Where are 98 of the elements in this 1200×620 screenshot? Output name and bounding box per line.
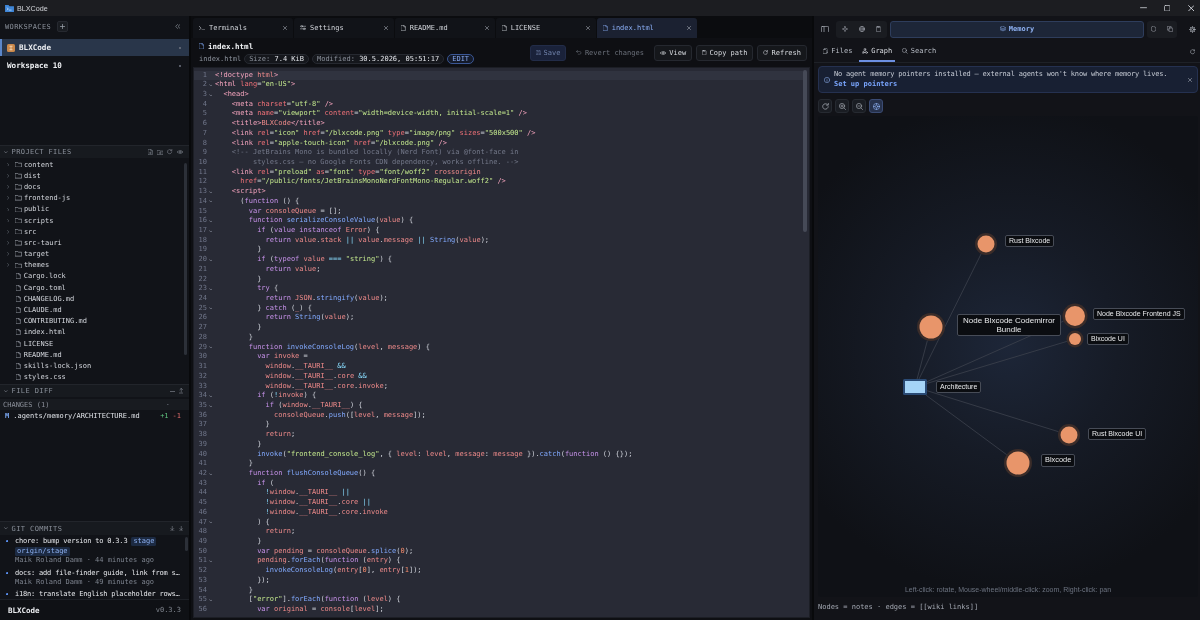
zoom-out-button[interactable] [852,99,866,113]
file-icon [401,25,406,31]
app-logo-icon [5,4,14,12]
copy-icon[interactable] [1167,26,1173,32]
download-icon[interactable] [170,525,175,532]
file-icon [16,307,21,314]
zoom-out-icon [855,102,863,110]
note-node [975,233,997,255]
refresh-icon [821,102,829,110]
reset-button[interactable] [818,99,832,113]
stack-icon [999,26,1006,32]
fold-chevron-icon[interactable] [208,598,213,602]
chevron-right-icon [7,263,10,268]
fold-chevron-icon[interactable] [208,190,213,194]
chevron-right-icon [7,241,10,245]
fold-chevron-icon[interactable] [208,394,213,398]
chevron-down-icon [4,527,8,530]
target-icon [872,102,880,110]
scrollbar-thumb[interactable] [184,163,187,355]
graph-icon [862,48,869,54]
file-icon [16,374,21,381]
fold-chevron-icon[interactable] [208,521,213,524]
file-icon [16,295,21,302]
settings-icon[interactable] [1189,25,1196,33]
file-icon [603,25,608,31]
refresh-icon[interactable] [1189,49,1195,55]
file-icon [16,340,21,347]
files-icon [823,48,829,54]
fold-chevron-icon[interactable] [208,346,213,349]
chevron-right-icon [7,218,10,223]
fold-chevron-icon[interactable] [208,560,213,563]
current-note-node [903,379,927,395]
chevron-down-icon [4,389,8,393]
sparkle-icon[interactable] [842,26,848,32]
fold-chevron-icon[interactable] [208,472,213,476]
search-icon [902,48,908,54]
file-icon [16,362,21,369]
refresh-icon [763,50,769,55]
fold-chevron-icon[interactable] [208,219,213,223]
file-icon [16,329,21,336]
download-icon[interactable] [178,525,183,532]
chevron-right-icon [7,252,10,256]
commit-dot-icon [6,571,9,574]
fold-chevron-icon[interactable] [208,83,213,87]
chevron-right-icon [7,207,10,212]
file-icon [199,42,204,50]
terminal-icon [199,25,205,31]
zoom-in-icon [838,102,846,110]
hexagon-icon[interactable] [1150,26,1156,32]
sliders-icon [300,25,306,31]
fold-chevron-icon[interactable] [208,307,213,310]
panel-layout-icon[interactable] [821,25,829,33]
add-workspace-button[interactable] [57,21,69,32]
focus-button[interactable] [869,99,883,113]
clipboard-icon[interactable] [876,26,882,32]
save-icon [535,50,541,55]
chevron-right-icon [7,185,10,189]
plus-icon [60,24,66,29]
minus-icon[interactable] [169,390,175,392]
file-icon [502,25,507,31]
fold-chevron-icon[interactable] [208,229,213,233]
file-icon [16,284,21,291]
fold-chevron-icon[interactable] [208,258,213,262]
upload-icon[interactable] [178,388,183,394]
info-icon [824,76,830,83]
maximize-icon[interactable] [1163,4,1171,12]
zoom-in-button[interactable] [835,99,849,113]
fold-chevron-icon[interactable] [208,93,213,97]
chevron-right-icon [7,162,10,167]
refresh-icon[interactable] [167,149,173,155]
file-icon [16,318,21,325]
fold-chevron-icon[interactable] [208,404,213,408]
clipboard-icon [702,49,707,56]
chevron-right-icon [7,174,10,178]
eye-icon[interactable] [176,150,183,154]
commit-dot-icon [6,540,9,543]
chevron-right-icon [7,196,10,200]
scrollbar-thumb[interactable] [803,70,807,232]
node-label: Node Blxcode Codemirror Bundle [957,314,1061,337]
fold-chevron-icon[interactable] [208,200,213,203]
eye-icon [659,50,667,55]
new-file-icon[interactable] [148,149,153,155]
minimize-icon[interactable] [1139,7,1147,9]
note-node [917,313,945,341]
undo-icon [576,50,582,55]
new-folder-icon[interactable] [156,149,164,155]
chevron-down-icon [4,150,8,154]
note-node [1058,424,1080,446]
file-icon [16,273,21,280]
note-node [1004,449,1032,477]
globe-icon[interactable] [859,26,865,32]
chevron-right-icon [7,229,10,234]
close-icon[interactable] [1187,4,1195,12]
commit-dot-icon [6,593,9,596]
scrollbar-thumb[interactable] [185,537,188,551]
file-icon [16,351,21,358]
collapse-icon[interactable] [174,24,180,29]
fold-chevron-icon[interactable] [208,287,213,291]
